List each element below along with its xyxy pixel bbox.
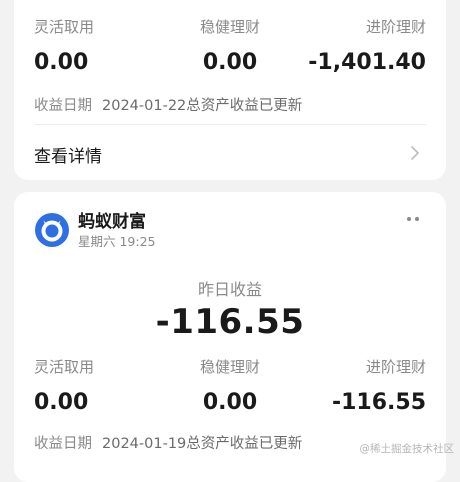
income-date-label: 收益日期 <box>34 436 92 452</box>
income-card-ant-fortune[interactable]: 蚂蚁财富 星期六 19:25 昨日收益 -116.55 灵活取用 稳健理财 进阶… <box>14 192 446 482</box>
view-details-row[interactable]: 查看详情 <box>14 133 446 173</box>
label-advanced: 进阶理财 <box>365 358 426 376</box>
income-date-line: 收益日期 2024-01-22总资产收益已更新 <box>34 94 426 115</box>
view-details-label: 查看详情 <box>34 147 102 167</box>
income-date-value: 2024-01-22总资产收益已更新 <box>102 98 303 114</box>
value-stable: 0.00 <box>202 390 258 415</box>
yesterday-income-value: -116.55 <box>155 302 305 342</box>
value-flexible: 0.00 <box>34 390 89 415</box>
label-flexible: 灵活取用 <box>34 18 95 36</box>
ant-fortune-logo-icon <box>35 213 69 247</box>
more-dots-icon[interactable] <box>406 216 420 222</box>
category-values-row: 0.00 0.00 -1,401.40 <box>34 50 426 76</box>
app-name: 蚂蚁财富 <box>78 212 146 232</box>
income-date-label: 收益日期 <box>34 98 92 114</box>
category-labels-row: 灵活取用 稳健理财 进阶理财 <box>34 358 426 376</box>
notification-time: 星期六 19:25 <box>78 234 156 249</box>
value-flexible: 0.00 <box>34 50 89 75</box>
income-date-value: 2024-01-19总资产收益已更新 <box>102 436 303 452</box>
income-card-top: 灵活取用 稳健理财 进阶理财 0.00 0.00 -1,401.40 收益日期 2… <box>14 0 446 180</box>
divider <box>34 124 426 125</box>
value-advanced: -116.55 <box>331 390 426 415</box>
value-stable: 0.00 <box>202 50 258 75</box>
label-stable: 稳健理财 <box>199 358 260 376</box>
chevron-right-icon <box>411 146 419 160</box>
category-labels-row: 灵活取用 稳健理财 进阶理财 <box>34 18 426 36</box>
watermark: @稀土掘金技术社区 <box>359 443 455 455</box>
yesterday-income-label: 昨日收益 <box>197 280 262 299</box>
category-values-row: 0.00 0.00 -116.55 <box>34 390 426 416</box>
value-advanced: -1,401.40 <box>308 50 426 75</box>
label-advanced: 进阶理财 <box>365 18 426 36</box>
label-flexible: 灵活取用 <box>34 358 95 376</box>
label-stable: 稳健理财 <box>199 18 260 36</box>
